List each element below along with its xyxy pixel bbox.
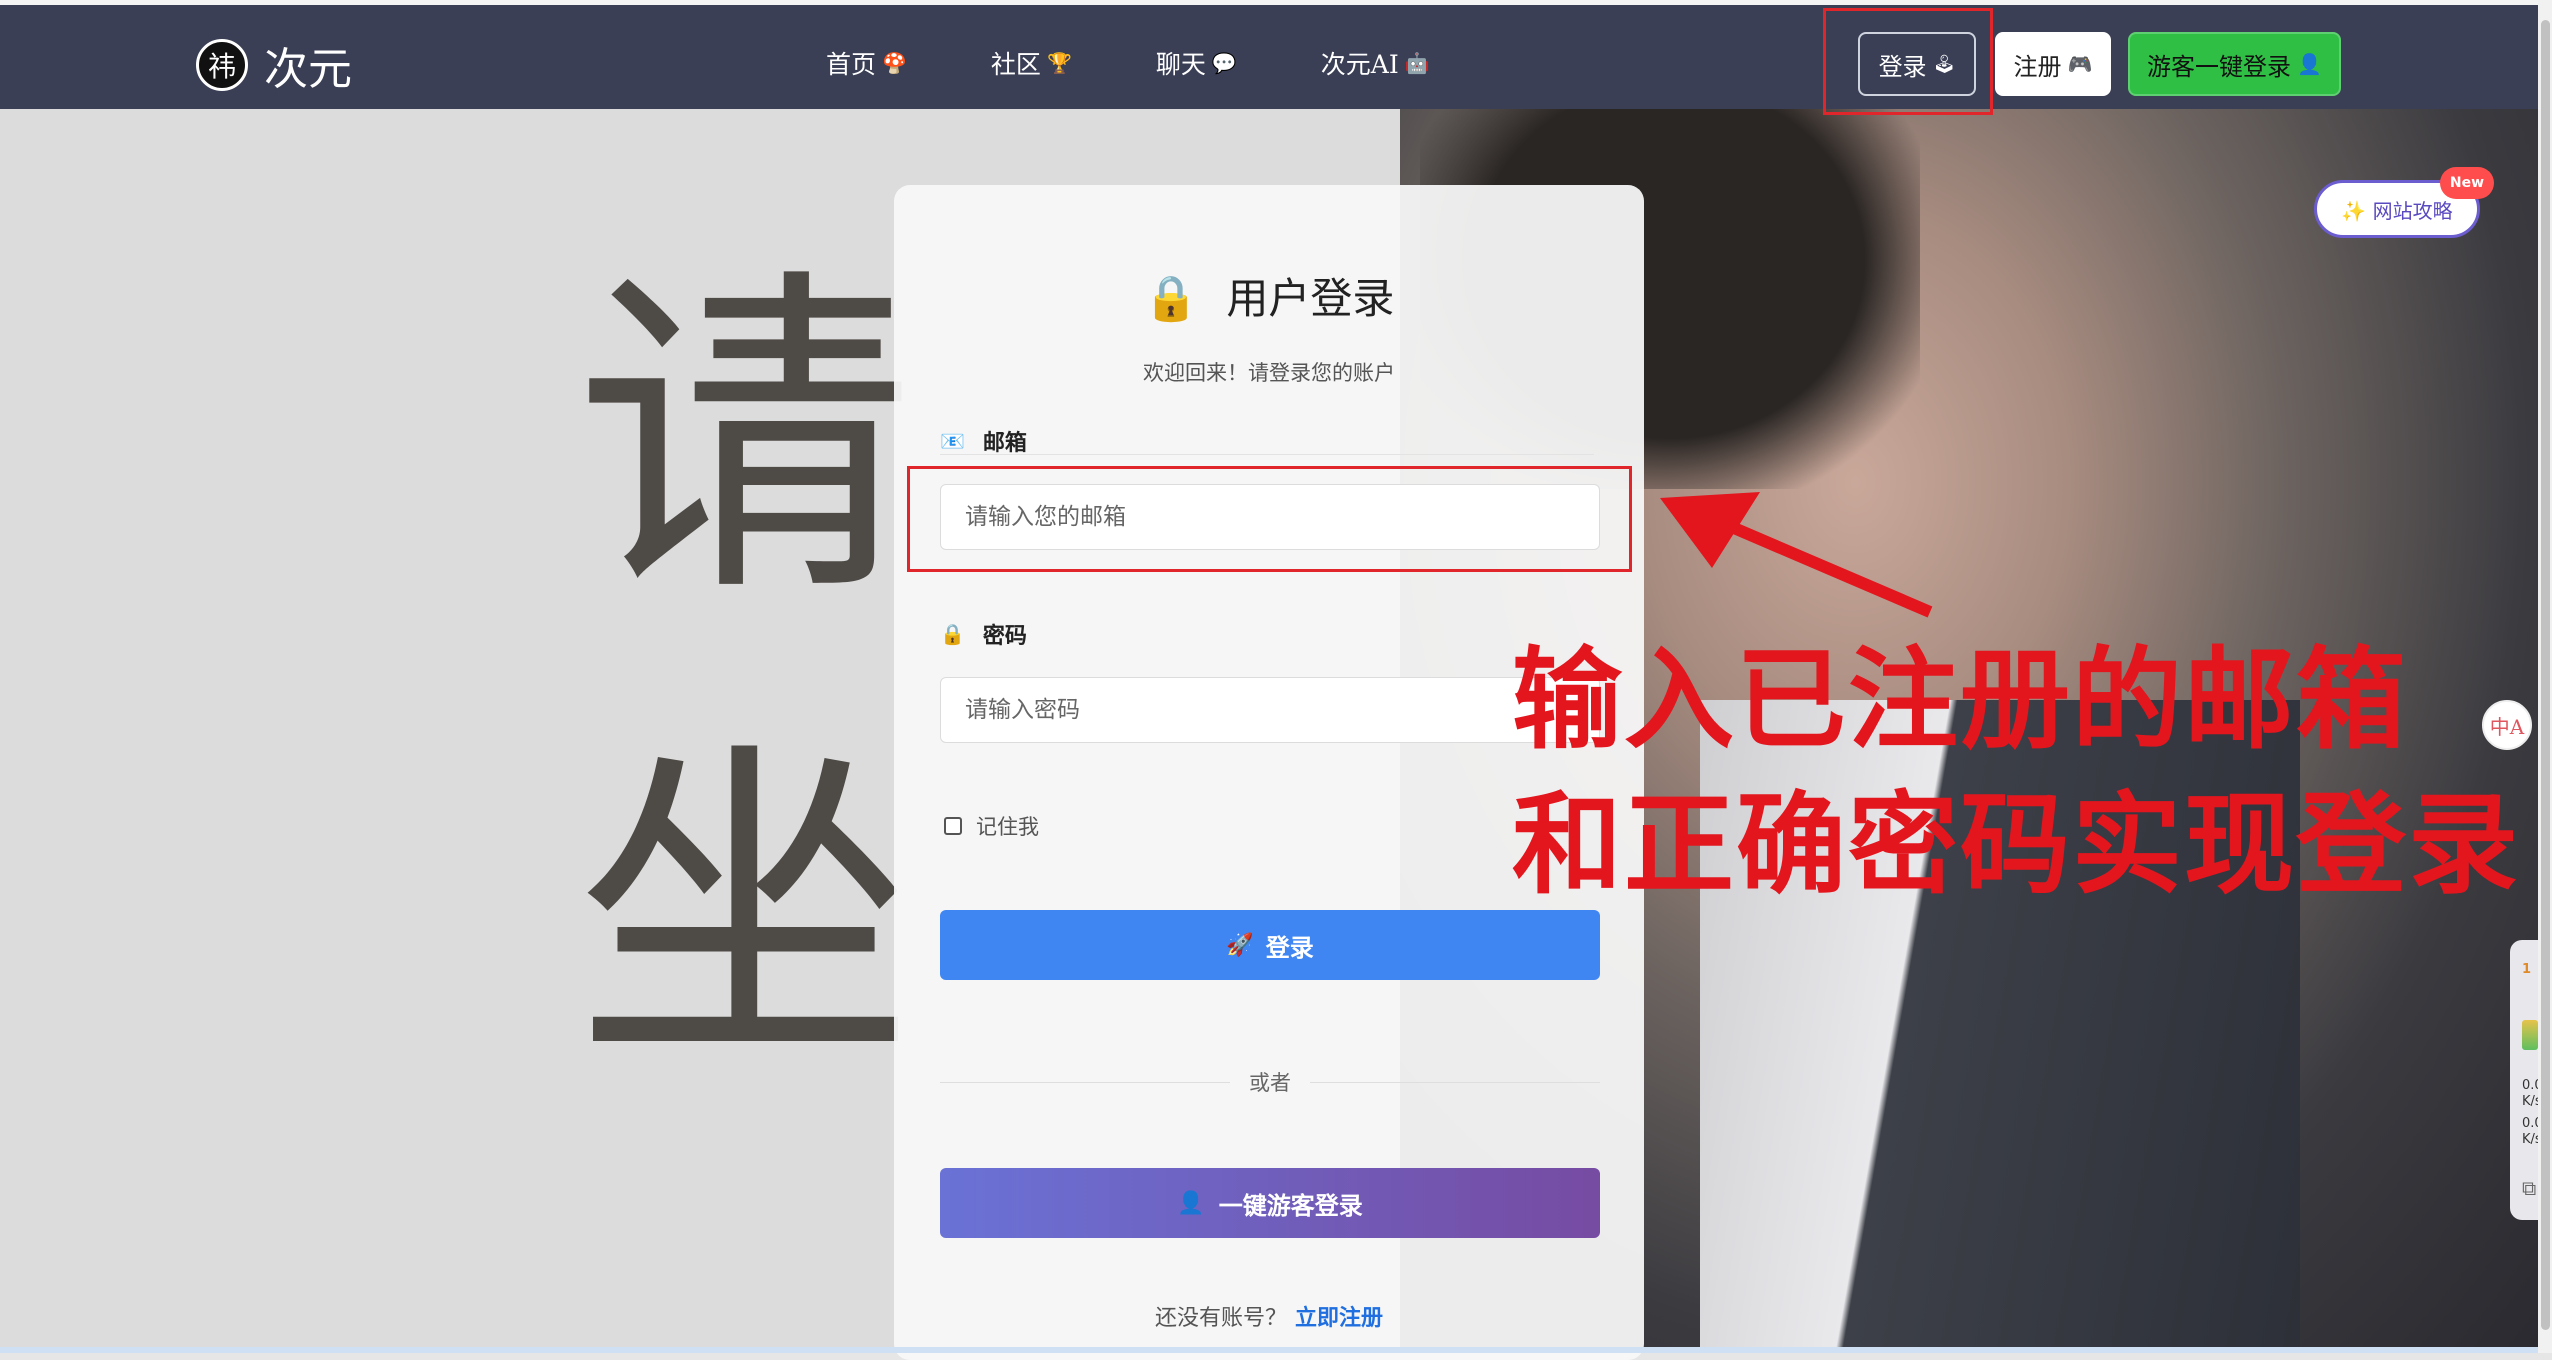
annotation-arrow-shaft (1717, 516, 1933, 618)
translate-icon[interactable]: 中A (2482, 700, 2532, 750)
side-panel-bar (2522, 1020, 2538, 1050)
screenshot-icon[interactable]: ⧉ (2522, 1176, 2536, 1200)
annotation-text-line: 输入已注册的邮箱 (1512, 636, 2408, 764)
scrollbar-thumb[interactable] (2541, 20, 2550, 1330)
annotation-text-line: 和正确密码实现登录 (1512, 781, 2520, 909)
side-panel-value: 1 (2522, 962, 2532, 977)
new-badge: New (2440, 167, 2494, 199)
bottom-edge-bar (0, 1347, 2538, 1353)
